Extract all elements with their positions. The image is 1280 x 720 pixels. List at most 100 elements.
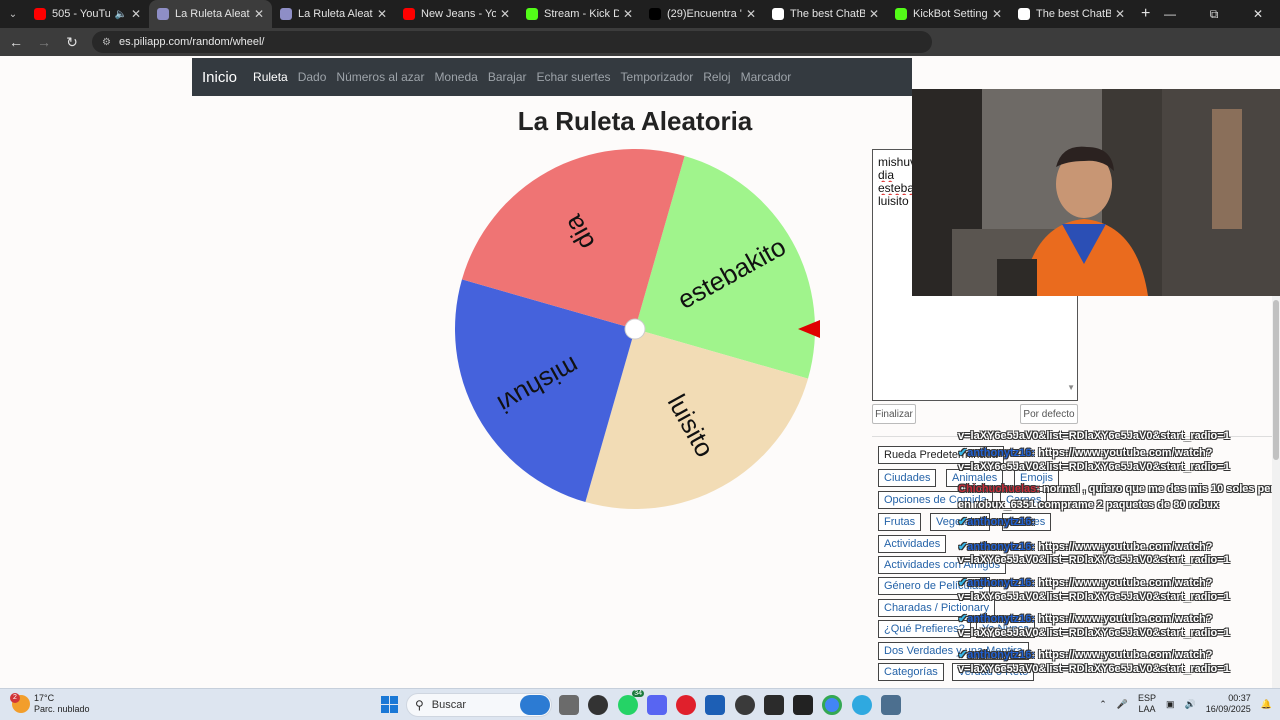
tab-title: Stream - Kick Dashbo: [544, 8, 619, 20]
app-icon[interactable]: [705, 695, 725, 715]
clock-date: 16/09/2025: [1205, 704, 1251, 714]
chat-username: anthonytz16:: [967, 577, 1036, 589]
nav-link-numeros[interactable]: Números al azar: [336, 70, 424, 84]
nav-link-echar-suertes[interactable]: Echar suertes: [537, 70, 611, 84]
chrome-icon[interactable]: [822, 695, 842, 715]
browser-tab[interactable]: KickBot Settings ✕: [887, 0, 1010, 28]
close-window-icon[interactable]: ✕: [1236, 0, 1280, 28]
whatsapp-icon[interactable]: 34: [618, 690, 644, 715]
preset-button[interactable]: Ciudades: [878, 469, 937, 487]
chat-text: v=laXY6e5JaV0&list=RDlaXY6e5JaV0&start_r…: [958, 663, 1230, 675]
scrollbar-thumb[interactable]: [1273, 300, 1279, 460]
preset-button[interactable]: Frutas: [878, 513, 922, 531]
nav-link-ruleta[interactable]: Ruleta: [253, 70, 288, 84]
browser-tab[interactable]: New Jeans - YouTube ✕: [395, 0, 518, 28]
default-button[interactable]: Por defecto: [1020, 404, 1078, 424]
back-arrow-icon[interactable]: ←: [4, 34, 28, 50]
window-controls: — ⧉ ✕: [1148, 0, 1280, 28]
browser-tab[interactable]: 505 - YouTube🔈 ✕: [26, 0, 149, 28]
tab-close-icon[interactable]: ✕: [869, 7, 879, 21]
windows-start-icon[interactable]: [381, 696, 398, 713]
chat-message: v=laXY6e5JaV0&list=RDlaXY6e5JaV0&start_r…: [958, 627, 1230, 639]
clock-time: 00:37: [1228, 693, 1251, 703]
microphone-icon[interactable]: 🎤: [1117, 699, 1128, 710]
browser-tab[interactable]: The best ChatBot and ✕: [1010, 0, 1133, 28]
nav-link-marcador[interactable]: Marcador: [741, 70, 792, 84]
volume-icon[interactable]: 🔊: [1185, 699, 1196, 710]
nav-link-temporizador[interactable]: Temporizador: [621, 70, 694, 84]
obs-icon[interactable]: [735, 695, 755, 715]
speaker-muted-icon[interactable]: 🔈: [114, 9, 126, 20]
browser-tab[interactable]: (29)Encuentra 'gohan ✕: [641, 0, 764, 28]
finish-button[interactable]: Finalizar: [872, 404, 916, 424]
nav-link-moneda[interactable]: Moneda: [434, 70, 477, 84]
browser-tab[interactable]: Stream - Kick Dashbo ✕: [518, 0, 641, 28]
tab-title: The best ChatBot and: [1036, 8, 1111, 20]
edge-icon[interactable]: [852, 695, 872, 715]
minimize-icon[interactable]: —: [1148, 0, 1192, 28]
nav-brand-home[interactable]: Inicio: [202, 69, 237, 86]
tab-close-icon[interactable]: ✕: [992, 7, 1002, 21]
preset-button[interactable]: Categorías: [878, 663, 944, 681]
nav-link-dado[interactable]: Dado: [298, 70, 327, 84]
weather-badge: 2: [10, 693, 20, 703]
page-scrollbar[interactable]: [1272, 296, 1280, 688]
tab-search-chevron-icon[interactable]: ⌄: [0, 0, 26, 28]
chat-username: anthonytz16:: [967, 613, 1036, 625]
tab-close-icon[interactable]: ✕: [1115, 7, 1125, 21]
preset-button[interactable]: ¿Qué Prefieres?: [878, 620, 971, 638]
spin-wheel[interactable]: estebakitoluisitomishuvidia: [450, 146, 830, 526]
preset-button[interactable]: Actividades: [878, 535, 947, 553]
textarea-scroll-down-icon[interactable]: ▼: [1067, 381, 1075, 394]
verified-check-icon: ✔: [958, 577, 968, 589]
nav-link-reloj[interactable]: Reloj: [703, 70, 730, 84]
webcam-video: [912, 89, 1280, 296]
clock[interactable]: 00:37 16/09/2025: [1206, 693, 1251, 715]
maximize-icon[interactable]: ⧉: [1192, 0, 1236, 28]
tab-close-icon[interactable]: ✕: [131, 7, 141, 21]
app-grid-icon[interactable]: [764, 695, 784, 715]
tab-close-icon[interactable]: ✕: [377, 7, 387, 21]
notification-bell-icon[interactable]: 🔔: [1261, 699, 1272, 710]
browser-tab[interactable]: La Ruleta Aleatoria ✕: [272, 0, 395, 28]
search-icon: ⚲: [415, 698, 424, 712]
site-info-icon[interactable]: ⚙: [102, 37, 111, 48]
tab-close-icon[interactable]: ✕: [254, 7, 264, 21]
address-bar[interactable]: ⚙ es.piliapp.com/random/wheel/: [92, 31, 932, 53]
chat-text: https://www.youtube.com/watch?: [1038, 649, 1213, 661]
chat-text: v=laXY6e5JaV0&list=RDlaXY6e5JaV0&start_r…: [958, 430, 1230, 442]
reload-icon[interactable]: ↻: [60, 34, 84, 51]
browser-tab[interactable]: The best ChatBot and ✕: [764, 0, 887, 28]
opera-icon[interactable]: [676, 695, 696, 715]
tab-close-icon[interactable]: ✕: [623, 7, 633, 21]
discord-icon[interactable]: [647, 695, 667, 715]
tab-favicon-icon: [403, 8, 415, 20]
url-text: es.piliapp.com/random/wheel/: [118, 36, 265, 48]
weather-temp: 17°C: [34, 693, 55, 703]
chat-text: v=laXY6e5JaV0&list=RDlaXY6e5JaV0&start_r…: [958, 627, 1230, 639]
tray-chevron-up-icon[interactable]: ⌃: [1099, 699, 1107, 710]
chat-username: anthonytz16:: [967, 541, 1036, 553]
weather-widget[interactable]: 2 17°C Parc. nublado: [10, 693, 90, 715]
task-view-icon[interactable]: [559, 695, 579, 715]
wheel-center-hub[interactable]: [624, 318, 646, 340]
capcut-icon[interactable]: [793, 695, 813, 715]
chat-message: v=laXY6e5JaV0&list=RDlaXY6e5JaV0&start_r…: [958, 663, 1230, 675]
chat-username: anthonytz16:: [967, 516, 1036, 528]
browser-tab-bar: ⌄ 505 - YouTube🔈✕La Ruleta Aleatoria✕La …: [0, 0, 1280, 28]
search-highlight-icon[interactable]: [520, 695, 550, 715]
tab-title: La Ruleta Aleatoria: [175, 8, 250, 20]
github-icon[interactable]: [588, 695, 608, 715]
tab-close-icon[interactable]: ✕: [746, 7, 756, 21]
tab-close-icon[interactable]: ✕: [500, 7, 510, 21]
nav-link-barajar[interactable]: Barajar: [488, 70, 527, 84]
chat-message: ✔anthonytz16: https://www.youtube.com/wa…: [958, 446, 1213, 459]
chat-message: Chichuchuelas: normal , quiero que me de…: [958, 483, 1280, 495]
verified-check-icon: ✔: [958, 613, 968, 625]
forward-arrow-icon[interactable]: →: [32, 34, 56, 50]
calculator-icon[interactable]: [881, 695, 901, 715]
language-indicator[interactable]: ESP LAA: [1138, 693, 1156, 715]
chat-text: v=laXY6e5JaV0&list=RDlaXY6e5JaV0&start_r…: [958, 591, 1230, 603]
network-icon[interactable]: ▣: [1166, 699, 1175, 710]
browser-tab[interactable]: La Ruleta Aleatoria ✕: [149, 0, 272, 28]
